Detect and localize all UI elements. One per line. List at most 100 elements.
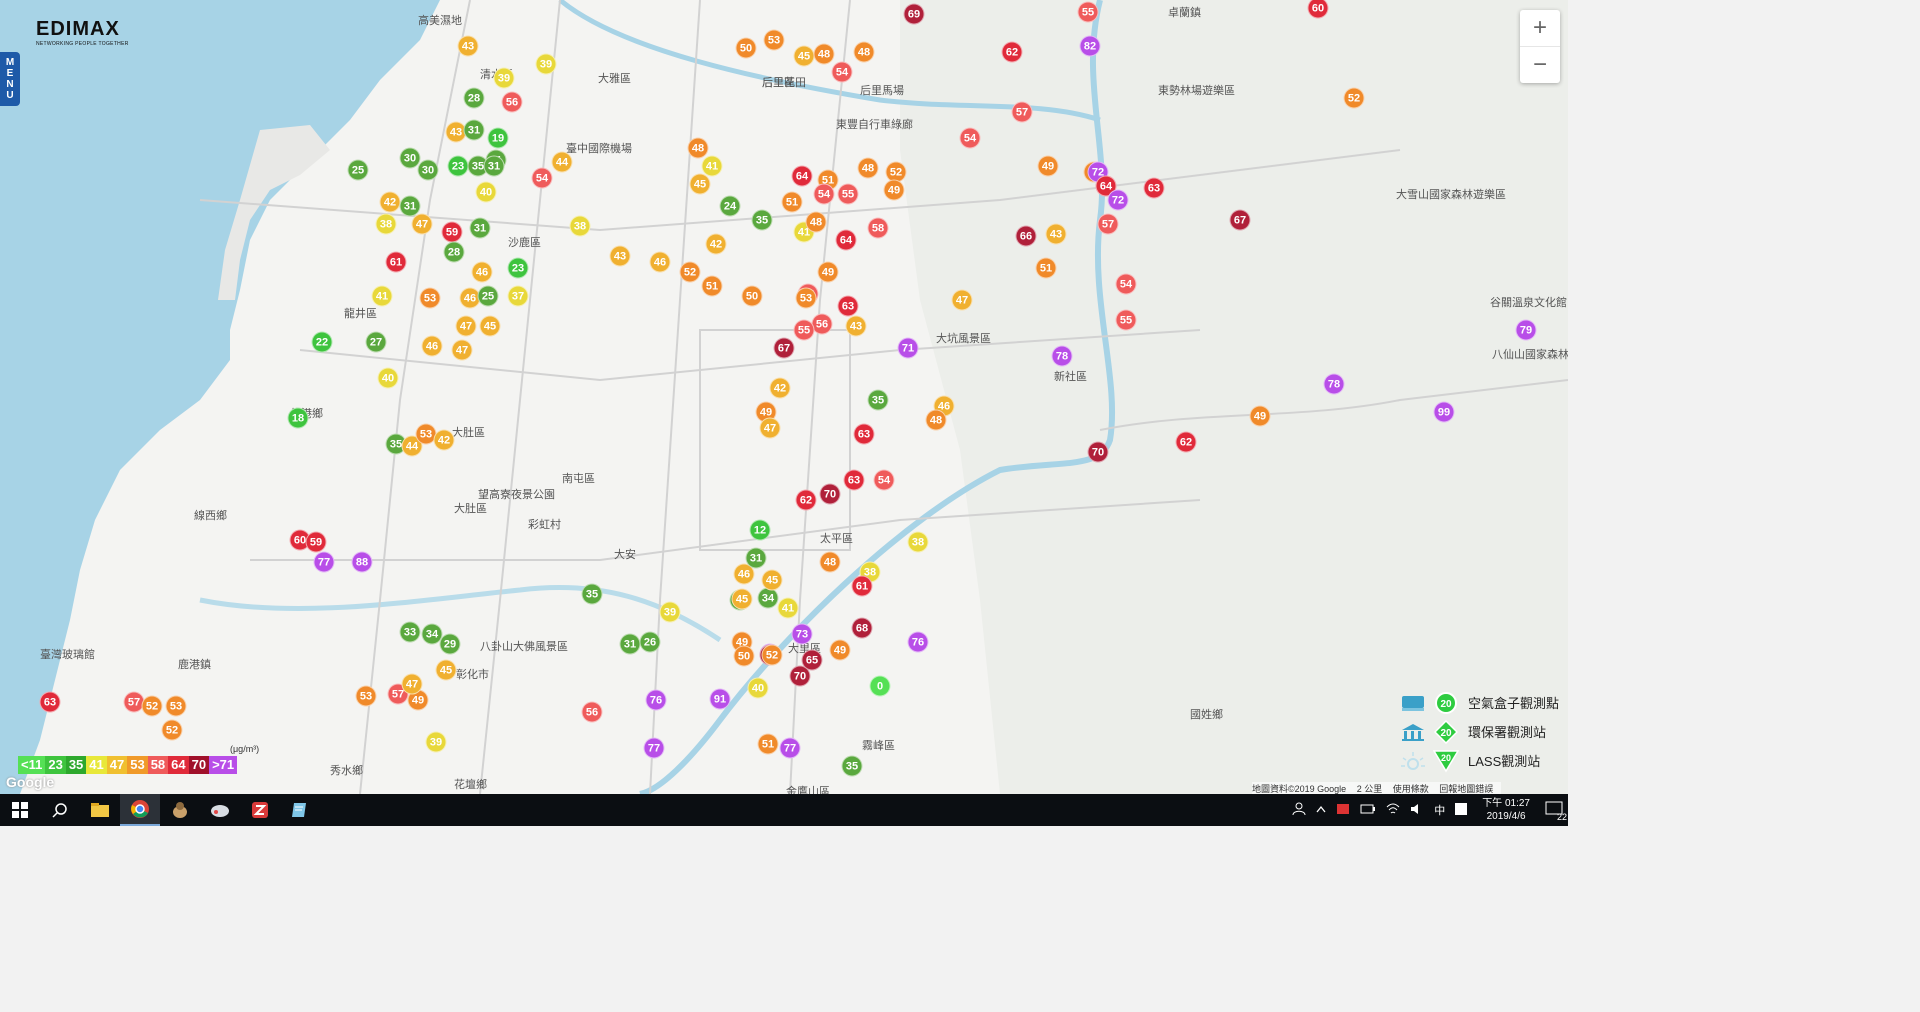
sensor-marker[interactable]: 69: [903, 3, 925, 25]
sensor-marker[interactable]: 54: [1115, 273, 1137, 295]
sensor-marker[interactable]: 51: [781, 191, 803, 213]
sensor-marker[interactable]: 33: [399, 621, 421, 643]
menu-tab[interactable]: M E N U: [0, 52, 20, 106]
sensor-marker[interactable]: 63: [39, 691, 61, 713]
sensor-marker[interactable]: 26: [639, 631, 661, 653]
sensor-marker[interactable]: 49: [817, 261, 839, 283]
people-icon[interactable]: [1292, 802, 1306, 819]
sensor-marker[interactable]: 62: [1001, 41, 1023, 63]
sensor-marker[interactable]: 43: [609, 245, 631, 267]
sensor-marker[interactable]: 45: [761, 569, 783, 591]
sensor-marker[interactable]: 91: [709, 688, 731, 710]
sensor-marker[interactable]: 47: [401, 673, 423, 695]
sensor-marker[interactable]: 48: [813, 43, 835, 65]
sensor-marker[interactable]: 78: [1323, 373, 1345, 395]
clock[interactable]: 下午 01:27 2019/4/6: [1482, 797, 1530, 823]
terms-link[interactable]: 使用條款: [1393, 784, 1429, 794]
sensor-marker[interactable]: 58: [867, 217, 889, 239]
sensor-marker[interactable]: 77: [313, 551, 335, 573]
sensor-marker[interactable]: 48: [687, 137, 709, 159]
map-canvas[interactable]: 高美濕地清水區沙鹿區大雅區大肚區龍井區南屯區大肚區線西鄉伸港鄉鹿港鎮彰化市秀水鄉…: [0, 0, 1568, 794]
sensor-marker[interactable]: 30: [417, 159, 439, 181]
sensor-marker[interactable]: 31: [619, 633, 641, 655]
sensor-marker[interactable]: 35: [841, 755, 863, 777]
sensor-marker[interactable]: 45: [689, 173, 711, 195]
sensor-marker[interactable]: 40: [377, 367, 399, 389]
chevron-up-icon[interactable]: [1316, 804, 1326, 816]
sensor-marker[interactable]: 42: [705, 233, 727, 255]
sensor-marker[interactable]: 67: [773, 337, 795, 359]
sensor-marker[interactable]: 47: [455, 315, 477, 337]
sensor-marker[interactable]: 45: [793, 45, 815, 67]
sensor-marker[interactable]: 54: [873, 469, 895, 491]
sensor-marker[interactable]: 57: [1097, 213, 1119, 235]
wifi-icon[interactable]: [1386, 803, 1400, 818]
sensor-marker[interactable]: 47: [411, 213, 433, 235]
sensor-marker[interactable]: 31: [469, 217, 491, 239]
app-red-icon[interactable]: [240, 794, 280, 826]
sensor-marker[interactable]: 41: [701, 155, 723, 177]
sensor-marker[interactable]: 23: [507, 257, 529, 279]
sensor-marker[interactable]: 47: [951, 289, 973, 311]
sensor-marker[interactable]: 28: [463, 87, 485, 109]
sensor-marker[interactable]: 27: [365, 331, 387, 353]
sensor-marker[interactable]: 44: [551, 151, 573, 173]
sensor-marker[interactable]: 39: [425, 731, 447, 753]
sensor-marker[interactable]: 43: [845, 315, 867, 337]
app-cloud-icon[interactable]: [200, 794, 240, 826]
chrome-icon[interactable]: [120, 794, 160, 826]
windows-start-icon[interactable]: [0, 794, 40, 826]
sensor-marker[interactable]: 49: [1037, 155, 1059, 177]
sensor-marker[interactable]: 51: [1035, 257, 1057, 279]
app-bird-icon[interactable]: [160, 794, 200, 826]
sensor-marker[interactable]: 77: [779, 737, 801, 759]
battery-icon[interactable]: [1360, 804, 1376, 817]
sensor-marker[interactable]: 76: [645, 689, 667, 711]
sensor-marker[interactable]: 42: [433, 429, 455, 451]
edimax-logo[interactable]: EDIMAX NETWORKING PEOPLE TOGETHER: [36, 18, 129, 47]
sensor-marker[interactable]: 53: [795, 287, 817, 309]
sensor-marker[interactable]: 41: [777, 597, 799, 619]
sensor-marker[interactable]: 53: [165, 695, 187, 717]
ime-indicator[interactable]: 中: [1434, 802, 1445, 818]
sensor-marker[interactable]: 35: [867, 389, 889, 411]
volume-icon[interactable]: [1410, 803, 1424, 818]
sensor-marker[interactable]: 71: [897, 337, 919, 359]
sensor-marker[interactable]: 55: [837, 183, 859, 205]
sensor-marker[interactable]: 55: [793, 319, 815, 341]
sensor-marker[interactable]: 24: [719, 195, 741, 217]
sensor-marker[interactable]: 52: [161, 719, 183, 741]
sensor-marker[interactable]: 49: [829, 639, 851, 661]
sensor-marker[interactable]: 61: [851, 575, 873, 597]
sensor-marker[interactable]: 37: [507, 285, 529, 307]
file-explorer-icon[interactable]: [80, 794, 120, 826]
sensor-marker[interactable]: 38: [375, 213, 397, 235]
sensor-marker[interactable]: 82: [1079, 35, 1101, 57]
sensor-marker[interactable]: 54: [813, 183, 835, 205]
sensor-marker[interactable]: 50: [735, 37, 757, 59]
sensor-marker[interactable]: 40: [475, 181, 497, 203]
sensor-marker[interactable]: 99: [1433, 401, 1455, 423]
antivirus-icon[interactable]: [1336, 802, 1350, 819]
sensor-marker[interactable]: 62: [795, 489, 817, 511]
sensor-marker[interactable]: 42: [379, 191, 401, 213]
sensor-marker[interactable]: 25: [477, 285, 499, 307]
sensor-marker[interactable]: 59: [305, 531, 327, 553]
sensor-marker[interactable]: 25: [347, 159, 369, 181]
sensor-marker[interactable]: 35: [581, 583, 603, 605]
sensor-marker[interactable]: 63: [853, 423, 875, 445]
sensor-marker[interactable]: 49: [1249, 405, 1271, 427]
sensor-marker[interactable]: 55: [1115, 309, 1137, 331]
sensor-marker[interactable]: 52: [679, 261, 701, 283]
sensor-marker[interactable]: 77: [643, 737, 665, 759]
sensor-marker[interactable]: 68: [851, 617, 873, 639]
sensor-marker[interactable]: 19: [487, 127, 509, 149]
sensor-marker[interactable]: 51: [757, 733, 779, 755]
notification-center-icon[interactable]: 22: [1545, 801, 1567, 822]
sensor-marker[interactable]: 38: [569, 215, 591, 237]
sensor-marker[interactable]: 31: [745, 547, 767, 569]
sensor-marker[interactable]: 47: [759, 417, 781, 439]
sensor-marker[interactable]: 50: [733, 645, 755, 667]
sensor-marker[interactable]: 64: [791, 165, 813, 187]
sensor-marker[interactable]: 52: [1343, 87, 1365, 109]
